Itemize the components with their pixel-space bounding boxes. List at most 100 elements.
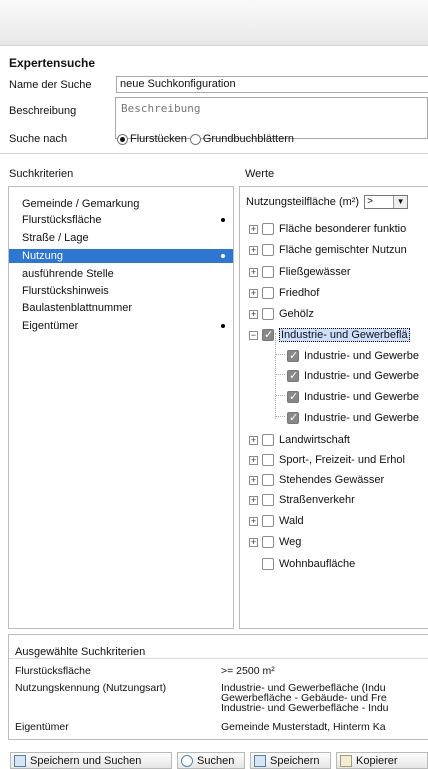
expand-icon[interactable]: + bbox=[249, 224, 258, 234]
criteria-item-label: Straße / Lage bbox=[22, 232, 89, 244]
tree-connector bbox=[275, 333, 276, 419]
operator-select[interactable]: > ▼ bbox=[364, 195, 409, 209]
checkbox[interactable] bbox=[287, 390, 299, 403]
search-by-options: Flurstücken Grundbuchblättern bbox=[117, 133, 294, 145]
tree-item[interactable]: + Friedhof bbox=[249, 285, 319, 301]
tree-item[interactable]: + Straßenverkehr bbox=[249, 492, 355, 508]
summary-key: Nutzungskennung (Nutzungsart) bbox=[15, 682, 167, 694]
tree-item[interactable]: + Fläche gemischter Nutzun bbox=[249, 242, 407, 258]
tree-child-item[interactable]: Industrie- und Gewerbe bbox=[287, 348, 419, 364]
active-indicator-icon bbox=[221, 254, 225, 258]
criteria-item-nutzung[interactable]: Nutzung bbox=[9, 249, 233, 263]
tree-item[interactable]: + Fläche besonderer funktio bbox=[249, 221, 406, 237]
expand-icon[interactable]: + bbox=[249, 475, 258, 485]
criteria-item-gemeinde[interactable]: Gemeinde / Gemarkung bbox=[9, 197, 233, 211]
window-toolbar bbox=[0, 0, 428, 46]
expand-icon[interactable]: + bbox=[249, 495, 258, 505]
tree-item-label: Industrie- und Gewerbeflä bbox=[279, 328, 410, 342]
save-and-search-button[interactable]: Speichern und Suchen bbox=[10, 752, 172, 769]
expand-icon[interactable]: + bbox=[249, 516, 258, 526]
checkbox[interactable] bbox=[287, 369, 299, 382]
tree-child-item[interactable]: Industrie- und Gewerbe bbox=[287, 389, 419, 405]
radio-grundbuch[interactable] bbox=[189, 133, 201, 145]
tree-item[interactable]: − Industrie- und Gewerbeflä bbox=[249, 327, 410, 343]
tree-item-label: Wohnbaufläche bbox=[279, 558, 356, 570]
checkbox[interactable] bbox=[262, 244, 274, 256]
expand-icon[interactable]: + bbox=[249, 537, 258, 547]
checkbox[interactable] bbox=[262, 515, 274, 527]
divider bbox=[0, 153, 428, 154]
expand-icon[interactable]: + bbox=[249, 245, 258, 255]
criteria-item-eigentuemer[interactable]: Eigentümer bbox=[9, 319, 233, 333]
chevron-down-icon: ▼ bbox=[393, 196, 408, 208]
save-search-icon bbox=[14, 754, 26, 767]
checkbox[interactable] bbox=[262, 474, 274, 486]
tree-item-label: Straßenverkehr bbox=[279, 494, 355, 506]
checkbox[interactable] bbox=[262, 536, 274, 548]
expand-icon[interactable]: + bbox=[249, 309, 258, 319]
criteria-item-label: Gemeinde / Gemarkung bbox=[22, 198, 140, 210]
criteria-item-ausfuehrende-stelle[interactable]: ausführende Stelle bbox=[9, 267, 233, 281]
tree-leaf-connector bbox=[249, 560, 258, 569]
radio-flurstuecke-label: Flurstücken bbox=[130, 133, 187, 145]
copy-icon bbox=[340, 754, 352, 767]
page-title: Expertensuche bbox=[9, 56, 96, 70]
area-filter: Nutzungsteilfläche (m²) > ▼ bbox=[246, 195, 409, 209]
checkbox[interactable] bbox=[262, 287, 274, 299]
tree-item[interactable]: + Fließgewässer bbox=[249, 264, 351, 280]
tree-item[interactable]: + Stehendes Gewässer bbox=[249, 472, 384, 488]
copy-button[interactable]: Kopierer bbox=[336, 752, 428, 769]
checkbox[interactable] bbox=[262, 328, 274, 341]
expand-icon[interactable]: + bbox=[249, 455, 258, 465]
criteria-item-strasse[interactable]: Straße / Lage bbox=[9, 231, 233, 245]
tree-item-label: Industrie- und Gewerbe bbox=[304, 370, 419, 382]
criteria-item-label: Eigentümer bbox=[22, 320, 79, 332]
description-label: Beschreibung bbox=[9, 105, 77, 117]
criteria-item-flurstuecksflaeche[interactable]: Flurstücksfläche bbox=[9, 213, 233, 227]
active-indicator-icon bbox=[221, 324, 225, 328]
tree-item[interactable]: Wohnbaufläche bbox=[249, 556, 355, 572]
checkbox[interactable] bbox=[262, 454, 274, 466]
tree-child-item[interactable]: Industrie- und Gewerbe bbox=[287, 368, 419, 384]
tree-item-label: Stehendes Gewässer bbox=[279, 474, 385, 486]
checkbox[interactable] bbox=[262, 266, 274, 278]
tree-child-item[interactable]: Industrie- und Gewerbe bbox=[287, 410, 419, 426]
button-label: Speichern bbox=[270, 754, 320, 767]
area-filter-label: Nutzungsteilfläche (m²) bbox=[246, 196, 360, 208]
values-title: Werte bbox=[245, 168, 275, 180]
checkbox[interactable] bbox=[262, 494, 274, 506]
name-label: Name der Suche bbox=[9, 79, 92, 91]
name-input[interactable]: neue Suchkonfiguration bbox=[116, 76, 428, 93]
expand-icon[interactable]: + bbox=[249, 288, 258, 298]
tree-item[interactable]: + Weg bbox=[249, 534, 301, 550]
tree-item[interactable]: + Landwirtschaft bbox=[249, 432, 350, 448]
save-button[interactable]: Speichern bbox=[250, 752, 331, 769]
button-label: Kopierer bbox=[356, 754, 398, 767]
search-by-label: Suche nach bbox=[9, 133, 68, 145]
criteria-item-flurstueckshinweis[interactable]: Flurstückshinweis bbox=[9, 284, 233, 298]
criteria-item-label: ausführende Stelle bbox=[22, 268, 114, 280]
checkbox[interactable] bbox=[262, 308, 274, 320]
tree-item-label: Fließgewässer bbox=[279, 266, 351, 278]
name-row: Name der Suche neue Suchkonfiguration bbox=[9, 76, 428, 94]
criteria-item-label: Flurstückshinweis bbox=[22, 285, 109, 297]
checkbox[interactable] bbox=[287, 411, 299, 424]
criteria-item-baulastenblatt[interactable]: Baulastenblattnummer bbox=[9, 301, 233, 315]
checkbox[interactable] bbox=[287, 349, 299, 362]
tree-item[interactable]: + Gehölz bbox=[249, 306, 314, 322]
criteria-item-label: Nutzung bbox=[22, 250, 63, 262]
checkbox[interactable] bbox=[262, 434, 274, 446]
tree-item[interactable]: + Sport-, Freizeit- und Erhol bbox=[249, 452, 405, 468]
search-button[interactable]: Suchen bbox=[177, 752, 245, 769]
expand-icon[interactable]: + bbox=[249, 435, 258, 445]
collapse-icon[interactable]: − bbox=[249, 330, 258, 340]
button-label: Suchen bbox=[197, 754, 235, 767]
criteria-item-label: Flurstücksfläche bbox=[22, 214, 102, 226]
checkbox[interactable] bbox=[262, 223, 274, 235]
summary-value: Gemeinde Musterstadt, Hinterm Ka bbox=[221, 721, 386, 733]
radio-flurstuecke[interactable] bbox=[117, 133, 128, 145]
expand-icon[interactable]: + bbox=[249, 267, 258, 277]
tree-item[interactable]: + Wald bbox=[249, 513, 304, 529]
tree-connector bbox=[276, 395, 285, 396]
checkbox[interactable] bbox=[262, 558, 274, 570]
